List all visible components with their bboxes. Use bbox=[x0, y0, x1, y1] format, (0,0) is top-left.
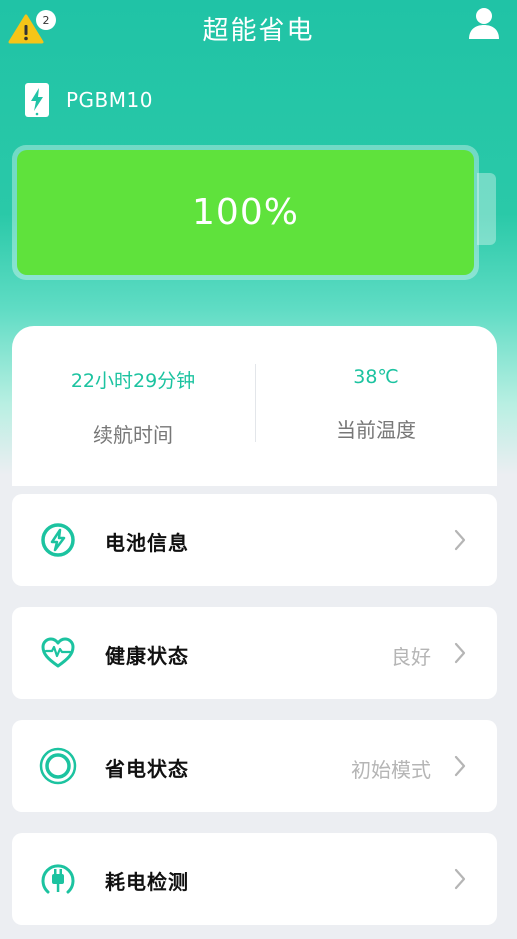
chevron-right-icon bbox=[454, 642, 466, 664]
menu-label: 省电状态 bbox=[105, 757, 189, 781]
menu-value: 初始模式 bbox=[351, 758, 431, 782]
menu-item-power-consumption-check[interactable]: 耗电检测 bbox=[12, 833, 497, 925]
chevron-right-icon bbox=[454, 529, 466, 551]
top-bar: 2 超能省电 bbox=[0, 0, 517, 56]
menu-item-battery-info[interactable]: 电池信息 bbox=[12, 494, 497, 586]
battery-gauge: 100% bbox=[12, 145, 479, 280]
menu-value: 良好 bbox=[391, 645, 431, 669]
menu-item-power-saving-status[interactable]: 省电状态 初始模式 bbox=[12, 720, 497, 812]
plug-icon bbox=[41, 864, 75, 894]
chevron-right-icon bbox=[454, 868, 466, 890]
chevron-right-icon bbox=[454, 755, 466, 777]
menu-label: 健康状态 bbox=[105, 644, 189, 668]
user-profile-button[interactable] bbox=[466, 5, 502, 41]
stats-card: 22小时29分钟 续航时间 38℃ 当前温度 bbox=[12, 326, 497, 486]
temperature-value: 38℃ bbox=[353, 366, 399, 388]
menu-label: 电池信息 bbox=[105, 531, 189, 555]
heart-pulse-icon bbox=[41, 637, 75, 668]
battery-terminal bbox=[477, 173, 496, 245]
device-name: PGBM10 bbox=[66, 88, 153, 112]
menu-item-health-status[interactable]: 健康状态 良好 bbox=[12, 607, 497, 699]
user-icon bbox=[469, 8, 499, 39]
phone-charging-icon bbox=[25, 83, 49, 117]
temperature-label: 当前温度 bbox=[336, 418, 416, 442]
page-title: 超能省电 bbox=[202, 16, 315, 46]
battery-fill: 100% bbox=[17, 150, 474, 275]
battery-percent: 100% bbox=[192, 192, 299, 233]
device-info: PGBM10 bbox=[24, 82, 153, 118]
temperature-stat: 38℃ 当前温度 bbox=[255, 326, 497, 443]
menu-label: 耗电检测 bbox=[105, 870, 189, 894]
endurance-value: 22小时29分钟 bbox=[70, 370, 196, 392]
ring-icon bbox=[39, 747, 77, 785]
endurance-stat: 22小时29分钟 续航时间 bbox=[12, 326, 254, 448]
feature-menu: 电池信息 健康状态 良好 省电状态 初始模式 耗电检测 bbox=[12, 494, 497, 939]
battery-bolt-icon bbox=[41, 523, 75, 557]
endurance-label: 续航时间 bbox=[93, 423, 173, 447]
